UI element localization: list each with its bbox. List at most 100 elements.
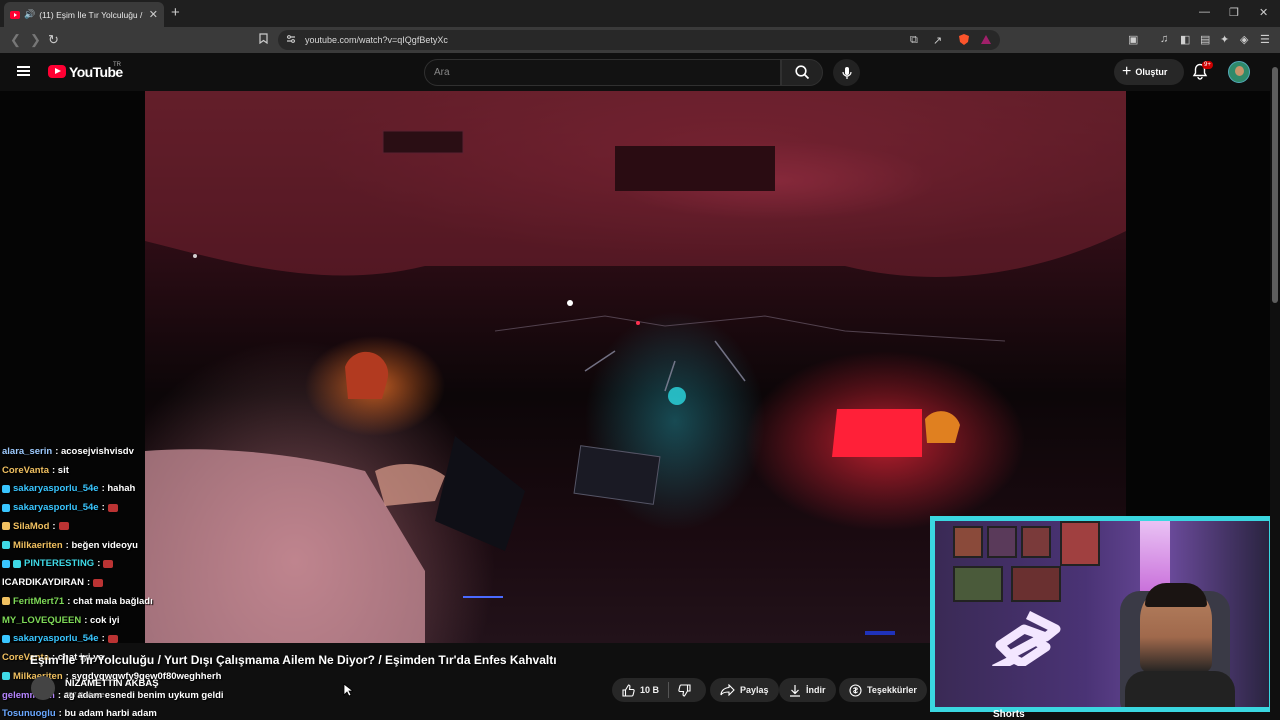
like-icon[interactable] (622, 683, 635, 697)
url-text: youtube.com/watch?v=qIQgfBetyXc (305, 35, 448, 45)
download-label: İndir (806, 685, 826, 695)
subscriber-count: 297 B abone (65, 692, 105, 699)
bookmark-icon[interactable] (259, 33, 268, 47)
chat-username: sakaryasporlu_54e (13, 502, 99, 514)
subscriber-badge-icon (2, 672, 10, 681)
browser-tab[interactable]: 🔊 (11) Eşim İle Tır Yolculuğu / Yu ✕ (4, 2, 164, 27)
account-avatar[interactable] (1228, 61, 1250, 83)
thanks-button[interactable]: Teşekkürler (839, 678, 927, 702)
chat-text: : hahah (101, 483, 136, 495)
emote-icon (103, 559, 114, 568)
vpn-icon[interactable]: ◈ (1240, 33, 1248, 46)
brave-rewards-icon[interactable] (980, 34, 992, 48)
dislike-icon[interactable] (678, 683, 691, 697)
chat-text: : cok iyi (84, 614, 120, 626)
chat-message: MY_LOVEQUEEN : cok iyi (2, 611, 242, 630)
wall-poster (953, 526, 983, 558)
wall-poster (1021, 526, 1051, 558)
chat-username: Milkaeriten (13, 539, 63, 551)
moderator-badge-icon (2, 597, 10, 606)
media-icon[interactable]: ♫ (1160, 33, 1168, 45)
chat-text: : (101, 633, 105, 645)
youtube-favicon-icon (10, 10, 20, 19)
address-bar[interactable]: youtube.com/watch?v=qIQgfBetyXc ⧉ ↗ (278, 30, 1000, 50)
chat-username: PINTERESTING (24, 558, 95, 570)
chat-username: CoreVanta (2, 464, 49, 476)
streamer-webcam (930, 516, 1274, 712)
chat-text: : (101, 502, 105, 514)
close-window-icon[interactable]: ✕ (1259, 6, 1268, 19)
chat-username: SilaMod (13, 520, 50, 532)
open-external-icon[interactable]: ⧉ (910, 34, 918, 47)
subscriber-badge-icon (2, 503, 10, 512)
like-divider (668, 682, 670, 698)
chat-text: : (52, 520, 56, 532)
speaker-icon[interactable]: 🔊 (24, 9, 35, 20)
streamer-logo-icon (991, 611, 1061, 666)
chat-message: alara_serin : acosejvishvisdv (2, 442, 242, 461)
scrollbar-thumb[interactable] (1272, 67, 1278, 303)
tab-title: (11) Eşim İle Tır Yolculuğu / Yu (39, 9, 145, 20)
like-count[interactable]: 10 B (640, 685, 659, 695)
voice-search-button[interactable] (833, 59, 860, 86)
sidebar-toggle-icon[interactable]: ◧ (1180, 33, 1190, 46)
subscriber-badge-icon (13, 559, 21, 568)
chat-message: sakaryasporlu_54e : (2, 630, 242, 649)
wallet-icon[interactable]: ▣ (1128, 33, 1138, 46)
share-label: Paylaş (740, 685, 769, 695)
close-tab-icon[interactable]: ✕ (149, 8, 158, 21)
create-button[interactable]: + Oluştur (1114, 59, 1184, 85)
emote-icon (58, 522, 69, 531)
new-tab-button[interactable]: + (171, 4, 180, 21)
video-title: Eşim İle Tır Yolculuğu / Yurt Dışı Çalış… (30, 653, 557, 667)
channel-name[interactable]: NİZAMETTİN AKBAŞ (65, 678, 159, 689)
hamburger-menu-icon[interactable] (17, 66, 30, 76)
youtube-logo-icon[interactable] (48, 65, 66, 78)
notification-count-badge: 9+ (1202, 61, 1213, 69)
chat-message: CoreVanta : sit (2, 461, 242, 480)
download-icon (790, 684, 800, 697)
search-box[interactable] (424, 59, 781, 86)
wallet-extension-icon[interactable]: ▤ (1200, 33, 1210, 46)
back-icon[interactable]: ❮ (10, 32, 21, 48)
emote-icon (107, 503, 118, 512)
download-button[interactable]: İndir (779, 678, 836, 702)
channel-avatar[interactable] (31, 676, 55, 700)
ai-leo-icon[interactable]: ✦ (1220, 33, 1229, 46)
chat-username: ICARDIKAYDIRAN (2, 577, 84, 589)
chat-username: Tosunuoglu (2, 708, 56, 720)
chat-message: SilaMod : (2, 517, 242, 536)
forward-icon[interactable]: ❯ (30, 32, 41, 48)
share-icon (720, 684, 735, 696)
share-page-icon[interactable]: ↗ (933, 34, 942, 47)
chat-message: sakaryasporlu_54e : (2, 498, 242, 517)
browser-tab-bar: 🔊 (11) Eşim İle Tır Yolculuğu / Yu ✕ + —… (0, 0, 1280, 27)
wall-poster (1060, 521, 1100, 566)
emote-icon (107, 634, 118, 643)
maximize-icon[interactable]: ❐ (1229, 6, 1239, 19)
site-settings-icon[interactable] (286, 34, 296, 47)
youtube-header: YouTube TR + Oluştur 9+ (0, 53, 1280, 91)
search-button[interactable] (781, 59, 823, 86)
chat-message: ICARDIKAYDIRAN : (2, 573, 242, 592)
wall-poster (987, 526, 1017, 558)
search-input[interactable] (434, 67, 754, 78)
brave-shield-icon[interactable] (958, 33, 970, 49)
plus-icon: + (1122, 63, 1132, 80)
moderator-badge-icon (2, 522, 10, 531)
wall-poster (953, 566, 1003, 602)
chat-text: : bu adam harbi adam (58, 708, 157, 720)
minimize-icon[interactable]: — (1199, 6, 1210, 18)
create-label: Oluştur (1135, 67, 1168, 77)
thanks-label: Teşekkürler (867, 685, 917, 695)
subscriber-badge-icon (2, 559, 10, 568)
browser-toolbar: ❮ ❯ ↻ youtube.com/watch?v=qIQgfBetyXc ⧉ … (0, 27, 1280, 53)
page-scrollbar[interactable] (1270, 53, 1280, 720)
wall-poster (1011, 566, 1061, 602)
chat-username: sakaryasporlu_54e (13, 633, 99, 645)
share-button[interactable]: Paylaş (710, 678, 779, 702)
browser-menu-icon[interactable]: ☰ (1260, 33, 1270, 46)
super-thanks-icon (849, 683, 862, 697)
reload-icon[interactable]: ↻ (48, 32, 59, 48)
shorts-heading[interactable]: Shorts (993, 709, 1025, 720)
